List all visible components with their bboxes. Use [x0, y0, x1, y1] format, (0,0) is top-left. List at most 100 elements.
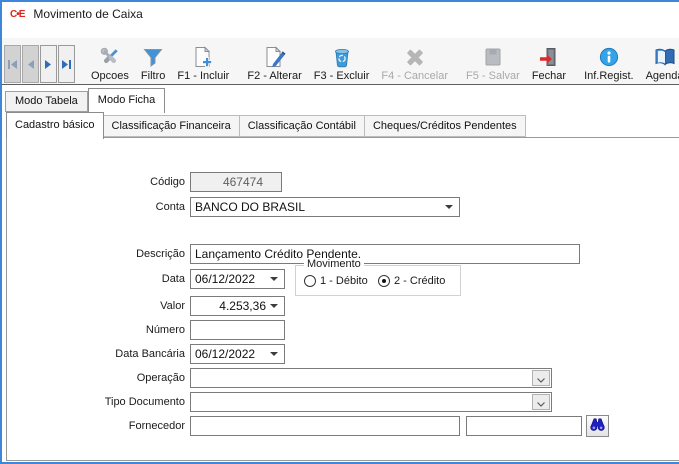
- nav-previous-button[interactable]: [22, 45, 39, 83]
- chevron-down-icon[interactable]: [270, 304, 278, 308]
- toolbar: Opcoes Filtro F1 - Incluir: [2, 38, 679, 85]
- radio-checked-icon[interactable]: [378, 275, 390, 287]
- movimento-groupbox: Movimento 1 - Débito 2 - Crédito: [295, 265, 461, 296]
- data-combo[interactable]: [190, 269, 285, 289]
- filter-icon: [141, 44, 165, 69]
- f2-alterar-button[interactable]: F2 - Alterar: [241, 40, 307, 82]
- radio-unchecked-icon[interactable]: [304, 275, 316, 287]
- operacao-input[interactable]: [191, 369, 531, 387]
- f5-salvar-button[interactable]: F5 - Salvar: [460, 40, 526, 82]
- inf-regist-button[interactable]: Inf.Regist.: [578, 40, 640, 82]
- data-bancaria-input[interactable]: [191, 346, 270, 362]
- filtro-label: Filtro: [141, 70, 165, 82]
- chevron-down-icon[interactable]: [270, 352, 278, 356]
- operacao-row: Operação: [7, 368, 679, 388]
- tab-modo-tabela[interactable]: Modo Tabela: [5, 91, 88, 112]
- chevron-down-icon[interactable]: [270, 277, 278, 281]
- cancel-icon: [403, 44, 427, 69]
- agenda-button[interactable]: Agenda: [640, 40, 679, 82]
- filtro-button[interactable]: Filtro: [135, 40, 171, 82]
- window-title: Movimento de Caixa: [33, 7, 142, 21]
- tab-classificacao-contabil[interactable]: Classificação Contábil: [240, 115, 365, 137]
- valor-label: Valor: [7, 296, 185, 316]
- first-record-icon: [7, 59, 18, 70]
- fornecedor-code-field[interactable]: [190, 416, 460, 436]
- app-logo-icon: C•E: [10, 9, 24, 20]
- tipo-documento-combo[interactable]: [190, 392, 552, 412]
- valor-row: Valor: [7, 296, 679, 316]
- f3-excluir-button[interactable]: F3 - Excluir: [308, 40, 376, 82]
- agenda-label: Agenda: [646, 70, 679, 82]
- last-record-icon: [61, 59, 72, 70]
- operacao-dropdown-button[interactable]: [532, 370, 550, 386]
- fechar-label: Fechar: [532, 70, 566, 82]
- operacao-label: Operação: [7, 368, 185, 388]
- numero-label: Número: [7, 320, 185, 340]
- data-bancaria-combo[interactable]: [190, 344, 285, 364]
- previous-record-icon: [25, 59, 36, 70]
- record-navigator: [4, 45, 75, 83]
- radio-credito[interactable]: 2 - Crédito: [378, 275, 445, 287]
- codigo-field: [190, 172, 282, 192]
- numero-field[interactable]: [190, 320, 285, 340]
- f1-incluir-button[interactable]: F1 - Incluir: [171, 40, 235, 82]
- binoculars-search-icon: [589, 416, 606, 436]
- recycle-bin-icon: [330, 44, 354, 69]
- valor-combo[interactable]: [190, 296, 285, 316]
- tab-cadastro-basico[interactable]: Cadastro básico: [6, 112, 104, 139]
- chevron-down-icon[interactable]: [445, 205, 453, 209]
- opcoes-button[interactable]: Opcoes: [85, 40, 135, 82]
- info-icon: [597, 44, 621, 69]
- tab-cheques-creditos-pendentes[interactable]: Cheques/Créditos Pendentes: [365, 115, 526, 137]
- data-bancaria-row: Data Bancária: [7, 344, 679, 364]
- sub-tab-strip: Cadastro básico Classificação Financeira…: [6, 112, 526, 138]
- conta-input[interactable]: [191, 199, 445, 215]
- chevron-down-icon: [537, 371, 545, 386]
- mode-tab-strip: Modo Tabela Modo Ficha: [5, 88, 165, 112]
- tipo-documento-label: Tipo Documento: [7, 392, 185, 412]
- exit-door-icon: [537, 44, 561, 69]
- codigo-label: Código: [7, 172, 185, 192]
- f1-incluir-label: F1 - Incluir: [177, 70, 229, 82]
- chevron-down-icon: [537, 395, 545, 410]
- f4-cancelar-label: F4 - Cancelar: [381, 70, 448, 82]
- nav-next-button[interactable]: [40, 45, 57, 83]
- f2-alterar-label: F2 - Alterar: [247, 70, 301, 82]
- data-input[interactable]: [191, 271, 270, 287]
- descricao-label: Descrição: [7, 244, 185, 264]
- tipo-documento-dropdown-button[interactable]: [532, 394, 550, 410]
- operacao-combo[interactable]: [190, 368, 552, 388]
- tipo-documento-input[interactable]: [191, 393, 531, 411]
- tab-classificacao-financeira[interactable]: Classificação Financeira: [104, 115, 240, 137]
- conta-row: Conta: [7, 197, 679, 217]
- conta-label: Conta: [7, 197, 185, 217]
- add-document-icon: [191, 44, 215, 69]
- tab-modo-ficha[interactable]: Modo Ficha: [88, 88, 165, 113]
- f3-excluir-label: F3 - Excluir: [314, 70, 370, 82]
- radio-debito[interactable]: 1 - Débito: [304, 275, 368, 287]
- movimento-legend: Movimento: [304, 258, 364, 270]
- nav-first-button[interactable]: [4, 45, 21, 83]
- radio-credito-label: 2 - Crédito: [394, 275, 445, 287]
- fornecedor-search-button[interactable]: [586, 415, 609, 437]
- agenda-book-icon: [653, 44, 677, 69]
- title-bar: C•E Movimento de Caixa: [2, 2, 679, 26]
- fornecedor-name-field[interactable]: [466, 416, 582, 436]
- valor-input[interactable]: [191, 298, 270, 314]
- f4-cancelar-button[interactable]: F4 - Cancelar: [375, 40, 454, 82]
- nav-last-button[interactable]: [58, 45, 75, 83]
- fornecedor-row: Fornecedor: [7, 416, 679, 436]
- numero-row: Número: [7, 320, 679, 340]
- descricao-field[interactable]: [190, 244, 580, 264]
- cadastro-basico-panel: Código Conta Descrição Data Movimento: [6, 137, 679, 461]
- data-label: Data: [7, 269, 185, 289]
- tipo-documento-row: Tipo Documento: [7, 392, 679, 412]
- next-record-icon: [43, 59, 54, 70]
- app-window: C•E Movimento de Caixa: [0, 0, 679, 464]
- edit-document-icon: [263, 44, 287, 69]
- f5-salvar-label: F5 - Salvar: [466, 70, 520, 82]
- data-bancaria-label: Data Bancária: [7, 344, 185, 364]
- conta-combo[interactable]: [190, 197, 460, 217]
- fechar-button[interactable]: Fechar: [526, 40, 572, 82]
- radio-debito-label: 1 - Débito: [320, 275, 368, 287]
